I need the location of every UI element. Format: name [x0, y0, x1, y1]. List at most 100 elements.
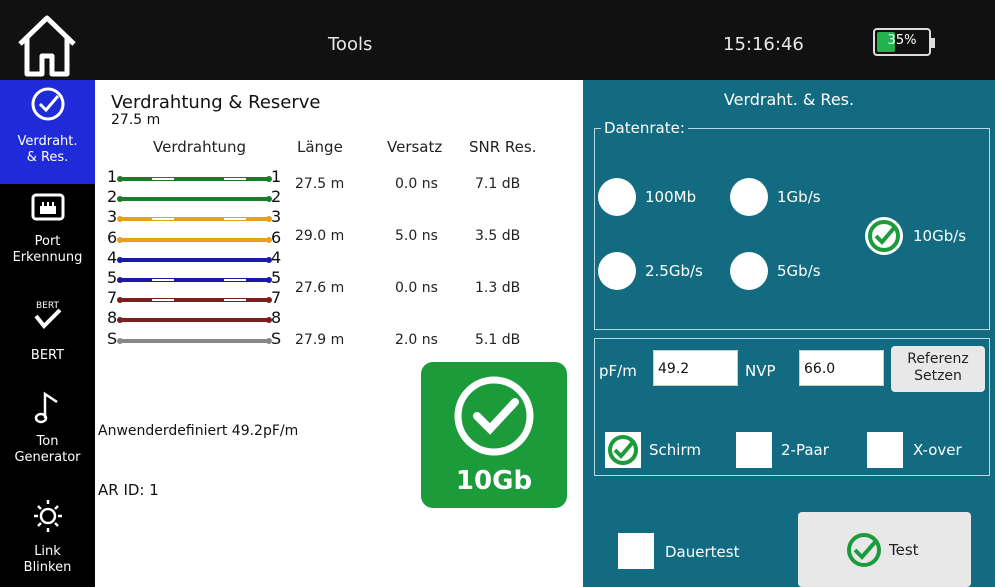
radio-10gb[interactable]: [865, 217, 903, 255]
check-circle-icon: [847, 533, 881, 567]
wire-line: [117, 216, 272, 223]
sidebar-item-port[interactable]: Port Erkennung: [0, 188, 95, 288]
radio-label: 2.5Gb/s: [645, 262, 703, 280]
pin-left: 4: [107, 247, 118, 267]
wire-row: 77: [107, 288, 282, 311]
header-wiring: Verdrahtung: [153, 138, 247, 156]
pin-left: 5: [107, 268, 118, 287]
twopair-checkbox[interactable]: [736, 432, 772, 468]
header-skew: Versatz: [387, 138, 443, 156]
nvp-field[interactable]: 66.0: [799, 350, 884, 386]
pair-snr: 5.1 dB: [475, 332, 521, 348]
pair-length: 27.6 m: [295, 280, 345, 296]
pf-label: pF/m: [599, 362, 637, 380]
wire-line: [117, 196, 272, 203]
test-button-label: Test: [889, 541, 919, 559]
wire-line: [117, 176, 272, 182]
sidebar-item-link[interactable]: Link Blinken: [0, 492, 95, 587]
pin-left: 1: [107, 167, 118, 186]
ar-id: AR ID: 1: [98, 481, 159, 499]
wire-line: [117, 277, 272, 283]
pin-left: 3: [107, 207, 118, 227]
wire-row: 66: [107, 227, 282, 251]
sidebar-item-label: Ton Generator: [14, 434, 81, 465]
pair-skew: 0.0 ns: [395, 280, 438, 296]
wire-row: 11: [107, 167, 282, 190]
pair-length: 27.9 m: [295, 332, 345, 348]
pair-snr: 3.5 dB: [475, 228, 521, 244]
pin-left: 2: [107, 187, 118, 207]
bert-check-icon: BERT: [33, 301, 61, 329]
pair-snr: 7.1 dB: [475, 176, 521, 192]
shield-checkbox[interactable]: [605, 432, 641, 468]
pin-right: 4: [271, 247, 282, 267]
custom-capacitance: Anwenderdefiniert 49.2pF/m: [98, 423, 299, 439]
sidebar-item-bert[interactable]: BERT BERT: [0, 294, 95, 374]
wire-line: [117, 337, 272, 344]
top-bar: Tools 15:16:46 35%: [0, 0, 995, 80]
pair-skew: 5.0 ns: [395, 228, 438, 244]
sidebar-item-wiremap[interactable]: Verdraht. & Res.: [0, 80, 95, 184]
pin-right: 3: [271, 207, 282, 227]
music-note-icon: [34, 391, 58, 424]
datarate-label: Datenrate:: [601, 119, 688, 137]
pin-right: 2: [271, 187, 282, 207]
wire-row: 33: [107, 207, 282, 230]
home-icon[interactable]: [14, 12, 80, 78]
pin-right: 7: [271, 288, 282, 308]
pin-right: 8: [271, 308, 282, 328]
wire-line: [117, 236, 272, 243]
wire-line: [117, 317, 272, 324]
pair-length: 27.5 m: [295, 176, 345, 192]
result-badge: 10Gb: [421, 362, 567, 508]
sidebar-item-label: BERT: [30, 348, 65, 363]
radio-100mb[interactable]: [598, 178, 636, 216]
settings-title: Verdraht. & Res.: [723, 90, 855, 109]
pin-right: 1: [271, 167, 282, 186]
continuous-checkbox[interactable]: [618, 533, 654, 569]
reference-set-button[interactable]: Referenz Setzen: [891, 346, 985, 392]
wire-row: 22: [107, 187, 282, 210]
pair-snr: 1.3 dB: [475, 280, 521, 296]
radio-label: 5Gb/s: [777, 262, 821, 280]
battery-nub: [931, 38, 935, 48]
check-circle-icon: [31, 87, 64, 121]
pair-length: 29.0 m: [295, 228, 345, 244]
wire-row: 88: [107, 308, 282, 331]
pf-field[interactable]: 49.2: [653, 350, 738, 386]
sidebar-item-tone[interactable]: Ton Generator: [0, 388, 95, 480]
top-bar-title: Tools: [328, 34, 373, 55]
check-circle-icon: [454, 376, 534, 456]
battery-indicator: 35%: [873, 28, 935, 56]
twopair-label: 2-Paar: [781, 441, 829, 459]
settings-panel: Verdraht. & Res. Datenrate: 100Mb 1Gb/s …: [583, 80, 995, 587]
sidebar: Verdraht. & Res. Port Erkennung BERT BER…: [0, 80, 95, 587]
xover-checkbox[interactable]: [867, 432, 903, 468]
wire-row: 55: [107, 268, 282, 291]
test-button[interactable]: Test: [798, 512, 971, 587]
pair-skew: 2.0 ns: [395, 332, 438, 348]
radio-5gb[interactable]: [730, 252, 768, 290]
pin-right: S: [271, 328, 282, 348]
ethernet-port-icon: [31, 193, 64, 221]
radio-label: 10Gb/s: [913, 227, 967, 245]
radio-2-5gb[interactable]: [598, 252, 636, 290]
pin-right: 5: [271, 268, 282, 287]
header-length: Länge: [297, 138, 343, 156]
xover-label: X-over: [913, 441, 962, 459]
wiremap-title: Verdrahtung & Reserve: [111, 92, 321, 113]
pin-left: 6: [107, 227, 118, 247]
wire-row: SS: [107, 328, 282, 352]
wire-line: [117, 297, 272, 304]
cable-length: 27.5 m: [111, 112, 161, 128]
continuous-label: Dauertest: [665, 543, 740, 561]
wiremap-panel: Verdrahtung & Reserve 27.5 m Verdrahtung…: [95, 80, 583, 587]
pin-left: 8: [107, 308, 118, 328]
radio-label: 1Gb/s: [777, 188, 821, 206]
check-circle-icon: [608, 435, 638, 465]
svg-text:BERT: BERT: [36, 301, 59, 311]
radio-1gb[interactable]: [730, 178, 768, 216]
sidebar-item-label: Verdraht. & Res.: [17, 134, 78, 165]
battery-percent: 35%: [887, 33, 917, 48]
radio-label: 100Mb: [645, 188, 697, 206]
